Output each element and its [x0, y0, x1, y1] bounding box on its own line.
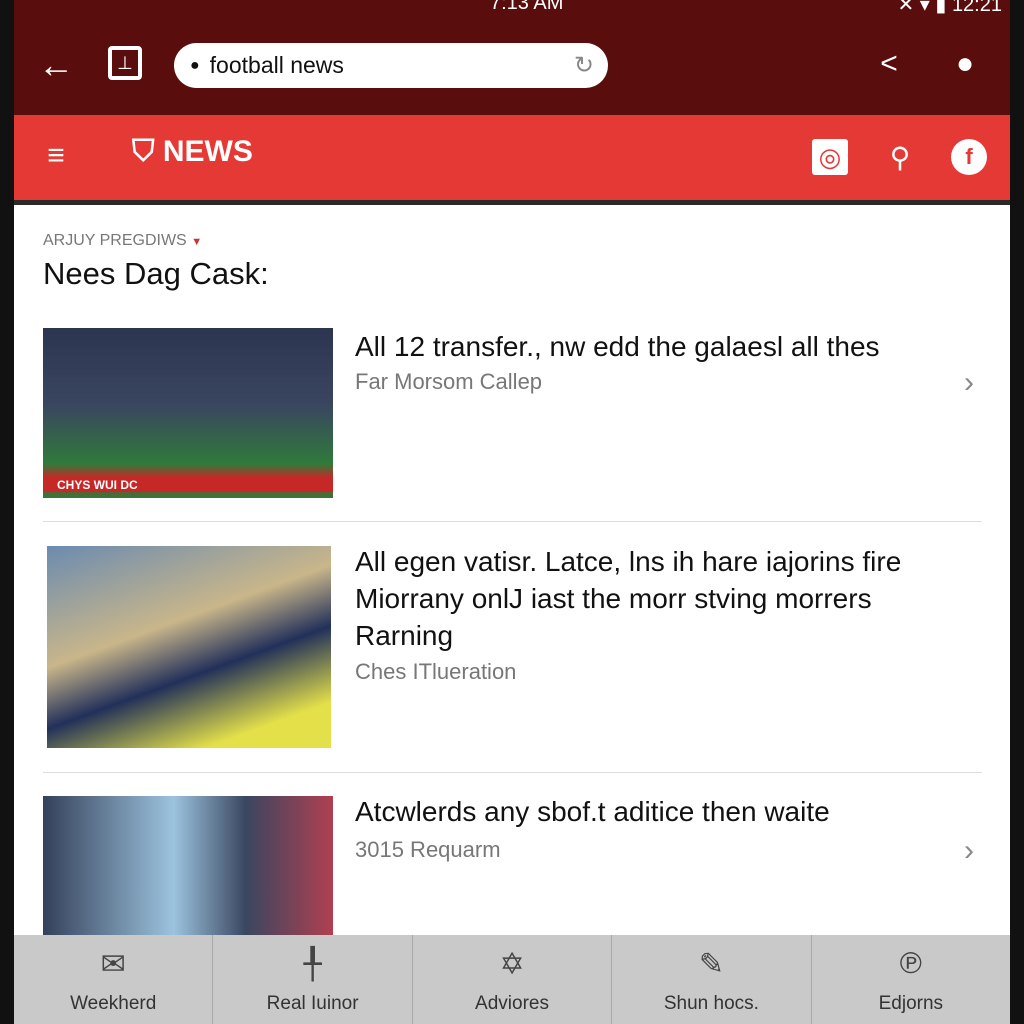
- article-card[interactable]: All egen vatisr. Latce, lns ih hare iajo…: [43, 546, 982, 750]
- nav-weekherd[interactable]: ✉ Weekherd: [14, 935, 214, 1024]
- facebook-icon[interactable]: f: [951, 139, 987, 175]
- pin-icon: ╀: [303, 948, 322, 981]
- signal-icon: ✕ ▾ ▮: [897, 0, 952, 16]
- browser-toolbar: 7:13 AM ✕ ▾ ▮ 12:21 ← ⊥ ● football news …: [14, 0, 1010, 115]
- reload-icon[interactable]: ↻: [574, 51, 594, 80]
- article-headline: All 12 transfer., nw edd the galaesl all…: [355, 331, 880, 362]
- nav-shun-hocs[interactable]: ✎ Shun hocs.: [612, 935, 812, 1024]
- status-clock: 12:21: [951, 0, 1002, 16]
- app-frame: 7:13 AM ✕ ▾ ▮ 12:21 ← ⊥ ● football news …: [14, 0, 1010, 1024]
- search-icon[interactable]: ⚲: [882, 139, 918, 175]
- article-source: 3015 Requarm: [355, 837, 501, 862]
- p-icon: ℗: [899, 947, 922, 980]
- logo-icon: ⛉: [132, 135, 163, 168]
- nav-real-iuinor[interactable]: ╀ Real Iuinor: [213, 935, 413, 1024]
- status-time: 7:13 AM: [490, 0, 564, 14]
- menu-icon[interactable]: ≡: [40, 139, 72, 172]
- back-arrow-icon[interactable]: ←: [36, 44, 76, 85]
- article-card[interactable]: CHYS WUI DC All 12 transfer., nw edd the…: [43, 328, 982, 500]
- app-logo[interactable]: ⛉ NEWS: [132, 135, 253, 169]
- dropdown-icon: ▼: [191, 236, 203, 248]
- article-headline: All egen vatisr. Latce, lns ih hare iajo…: [355, 546, 902, 651]
- url-bar[interactable]: ● football news ↻: [174, 43, 608, 88]
- article-image: [47, 546, 331, 748]
- section-kicker[interactable]: ARJUY PREGDIWS ▼: [43, 232, 202, 250]
- article-card[interactable]: Atcwlerds any sbof.t aditice then waite …: [43, 796, 982, 936]
- share-icon[interactable]: <: [872, 44, 906, 84]
- nav-adviores[interactable]: ✡ Adviores: [413, 935, 613, 1024]
- chevron-right-icon: ›: [964, 366, 974, 399]
- bottom-nav: ✉ Weekherd ╀ Real Iuinor ✡ Adviores ✎ Shun h…: [14, 935, 1010, 1024]
- section-title: Nees Dag Cask:: [43, 256, 269, 291]
- chevron-right-icon: ›: [964, 834, 974, 867]
- url-text: football news: [209, 52, 344, 78]
- article-source: Ches ITlueration: [355, 659, 517, 684]
- camera-icon[interactable]: ◎: [812, 139, 848, 175]
- nav-edjorns[interactable]: ℗ Edjorns: [812, 935, 1010, 1024]
- article-headline: Atcwlerds any sbof.t aditice then waite: [355, 796, 830, 827]
- tabs-icon[interactable]: ⊥: [108, 46, 142, 80]
- article-image: CHYS WUI DC: [43, 328, 333, 498]
- profile-icon[interactable]: ●: [948, 44, 982, 84]
- article-source: Far Morsom Callep: [355, 369, 543, 394]
- edit-icon: ✎: [698, 948, 724, 981]
- star-badge-icon: ✡: [499, 948, 525, 981]
- mail-icon: ✉: [100, 948, 126, 981]
- article-image: [43, 796, 333, 936]
- apple-icon: ●: [190, 56, 200, 74]
